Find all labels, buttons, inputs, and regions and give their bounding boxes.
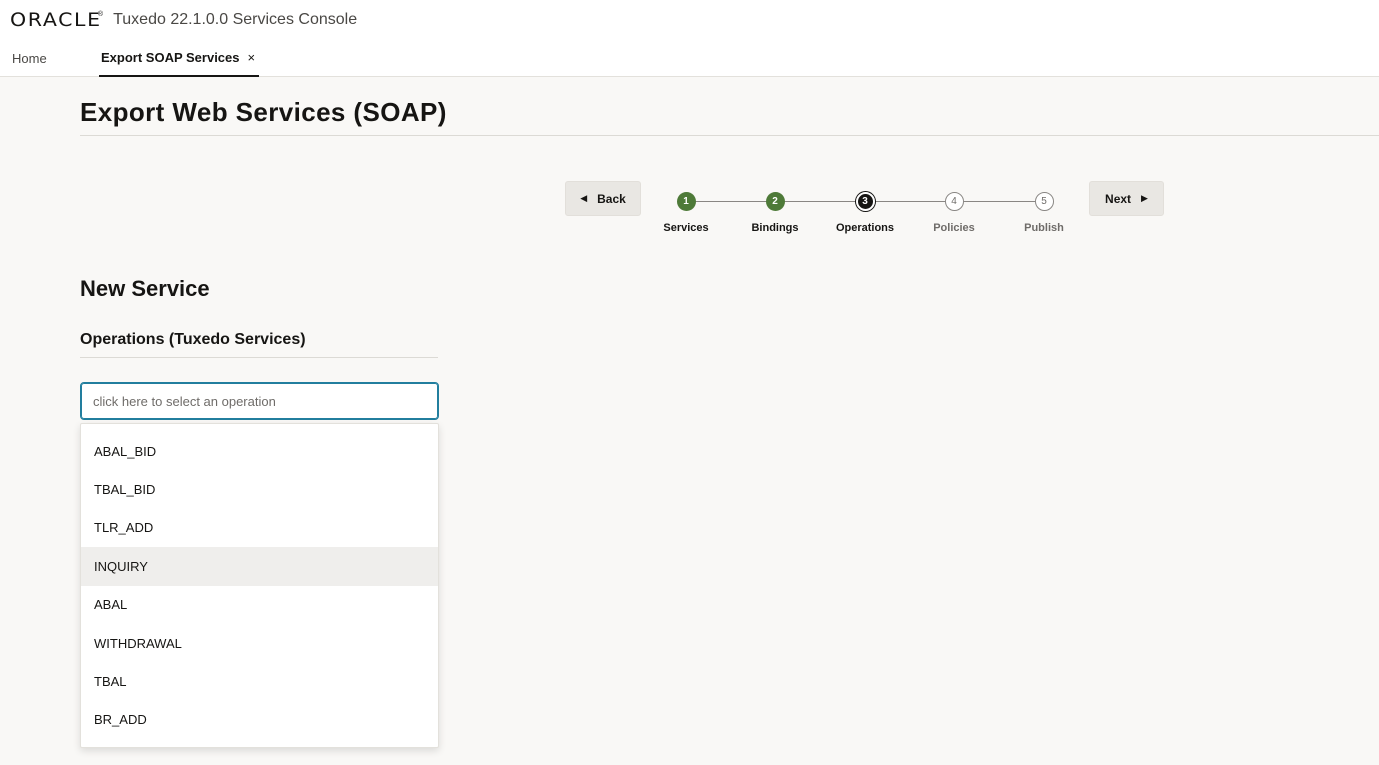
tab-home[interactable]: Home: [12, 40, 47, 77]
back-label: Back: [597, 191, 626, 206]
step-publish[interactable]: 5 Publish: [999, 192, 1089, 234]
brand: ORACLE ® Tuxedo 22.1.0.0 Services Consol…: [10, 8, 357, 32]
top-header: ORACLE ® Tuxedo 22.1.0.0 Services Consol…: [0, 0, 1379, 77]
operation-select-input[interactable]: [80, 382, 439, 420]
close-icon[interactable]: ×: [248, 50, 256, 65]
tab-home-label: Home: [12, 51, 47, 66]
list-item[interactable]: BR_ADD: [81, 701, 438, 739]
app-title: Tuxedo 22.1.0.0 Services Console: [113, 11, 358, 28]
list-item[interactable]: TLR_ADD: [81, 509, 438, 547]
list-item[interactable]: ABAL_BID: [81, 432, 438, 470]
step-label: Publish: [1024, 222, 1064, 234]
step-number: 3: [855, 192, 875, 211]
operation-dropdown-list: ABAL_BID TBAL_BID TLR_ADD INQUIRY ABAL W…: [80, 423, 439, 748]
step-label: Bindings: [751, 222, 799, 234]
step-label: Policies: [933, 222, 975, 234]
step-number: 2: [765, 192, 785, 211]
list-item[interactable]: TBAL_BID: [81, 470, 438, 508]
next-button[interactable]: Next ▶: [1089, 181, 1164, 216]
list-item[interactable]: INQUIRY: [81, 547, 438, 586]
tab-export-soap-services[interactable]: Export SOAP Services ×: [99, 40, 259, 77]
list-item[interactable]: ABAL: [81, 586, 438, 624]
registered-mark: ®: [97, 10, 104, 18]
step-bindings[interactable]: 2 Bindings: [730, 192, 820, 234]
caret-left-icon: ◀: [580, 193, 588, 203]
step-label: Services: [663, 222, 709, 234]
step-number: 4: [944, 192, 964, 211]
operations-subtitle: Operations (Tuxedo Services): [80, 331, 306, 348]
step-policies[interactable]: 4 Policies: [909, 192, 999, 234]
caret-right-icon: ▶: [1141, 193, 1148, 203]
list-item[interactable]: WITHDRAWAL: [81, 624, 438, 662]
next-label: Next: [1105, 191, 1132, 206]
step-number: 5: [1034, 192, 1054, 211]
oracle-logo: ORACLE: [10, 9, 102, 31]
title-divider: [80, 135, 1379, 136]
tab-export-label: Export SOAP Services: [101, 50, 240, 65]
step-services[interactable]: 1 Services: [641, 192, 731, 234]
back-button[interactable]: ◀ Back: [565, 181, 641, 216]
subtitle-divider: [80, 357, 438, 358]
section-title: New Service: [80, 276, 210, 301]
step-number: 1: [676, 192, 696, 211]
step-label: Operations: [835, 222, 895, 234]
list-item[interactable]: TBAL: [81, 662, 438, 700]
page-title: Export Web Services (SOAP): [80, 97, 447, 127]
step-operations[interactable]: 3 Operations: [820, 192, 910, 234]
